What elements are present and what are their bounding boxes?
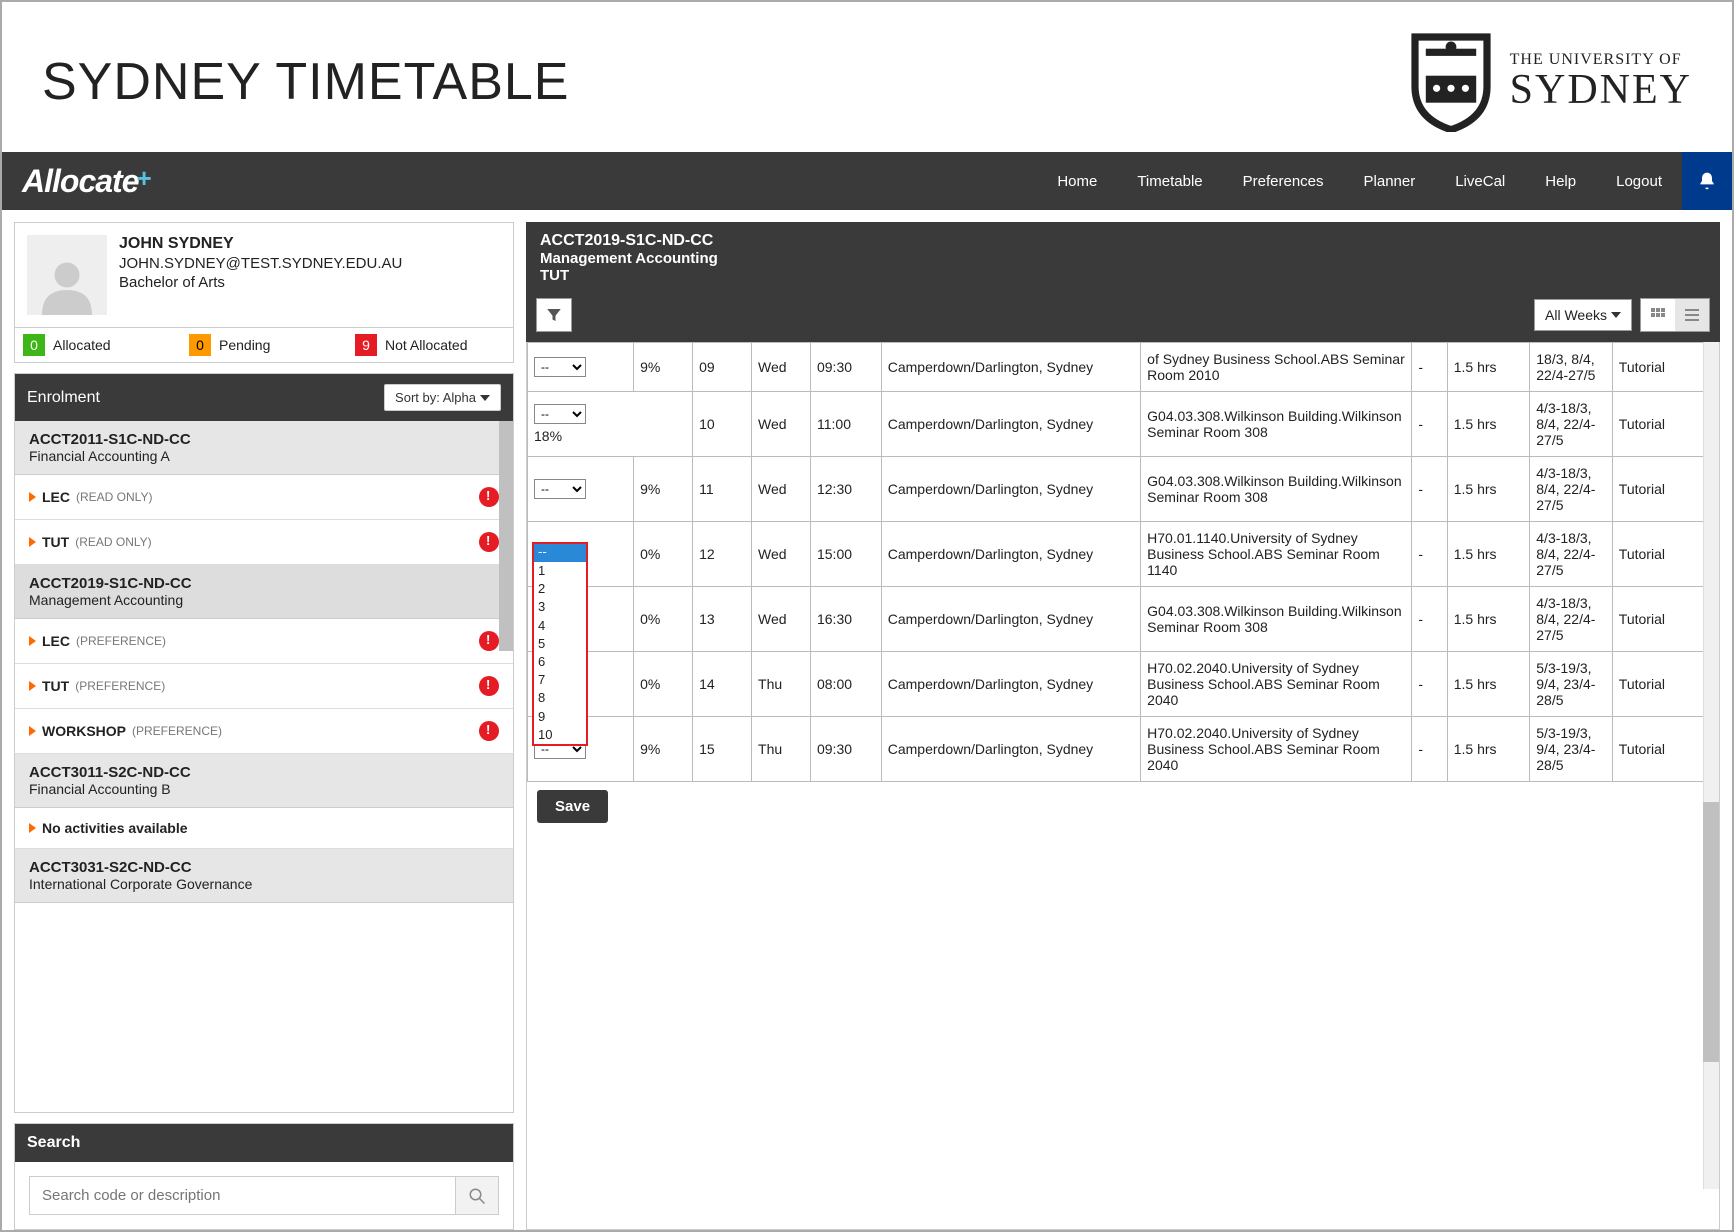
search-input[interactable]: [29, 1176, 455, 1215]
uni-name: SYDNEY: [1510, 68, 1692, 112]
nav-home[interactable]: Home: [1037, 152, 1117, 210]
activity-row[interactable]: LEC (READ ONLY): [15, 475, 513, 520]
view-toggle: [1640, 298, 1710, 332]
course-header[interactable]: ACCT3011-S2C-ND-CCFinancial Accounting B: [15, 754, 513, 808]
search-title: Search: [15, 1124, 513, 1162]
table-row: --9%11Wed12:30Camperdown/Darlington, Syd…: [528, 457, 1719, 522]
warning-icon: [479, 631, 499, 651]
crest-icon: [1406, 32, 1496, 132]
dropdown-option[interactable]: 10: [534, 726, 586, 744]
table-row: --9%09Wed09:30Camperdown/Darlington, Syd…: [528, 343, 1719, 392]
dropdown-option[interactable]: 1: [534, 562, 586, 580]
dropdown-option[interactable]: 7: [534, 671, 586, 689]
nav-preferences[interactable]: Preferences: [1223, 152, 1344, 210]
dropdown-option[interactable]: 4: [534, 617, 586, 635]
enrolment-panel: Enrolment Sort by: Alpha ACCT2011-S1C-ND…: [14, 373, 514, 1113]
dropdown-option[interactable]: 3: [534, 598, 586, 616]
nav-timetable[interactable]: Timetable: [1117, 152, 1222, 210]
search-panel: Search: [14, 1123, 514, 1230]
timeslot-table-wrap: --9%09Wed09:30Camperdown/Darlington, Syd…: [526, 342, 1720, 1230]
subject-code: ACCT2019-S1C-ND-CC: [540, 232, 1706, 250]
avatar: [27, 235, 107, 315]
activity-row[interactable]: LEC (PREFERENCE): [15, 619, 513, 664]
university-logo: THE UNIVERSITY OF SYDNEY: [1406, 32, 1692, 132]
subject-header: ACCT2019-S1C-ND-CC Management Accounting…: [526, 222, 1720, 292]
activity-row[interactable]: TUT (READ ONLY): [15, 520, 513, 565]
subject-type: TUT: [540, 267, 1706, 284]
preference-select[interactable]: --12345678910: [534, 544, 586, 564]
warning-icon: [479, 532, 499, 552]
grid-view-button[interactable]: [1641, 299, 1675, 331]
filter-icon: [545, 306, 563, 324]
subject-toolbar: All Weeks: [526, 292, 1720, 342]
table-row: --18%10Wed11:00Camperdown/Darlington, Sy…: [528, 392, 1719, 457]
expand-icon: [29, 636, 36, 646]
table-row: --123456789100%12Wed15:00Camperdown/Darl…: [528, 522, 1719, 587]
search-button[interactable]: [455, 1176, 499, 1215]
sort-button[interactable]: Sort by: Alpha: [384, 384, 501, 411]
activity-row[interactable]: No activities available: [15, 808, 513, 849]
dropdown-option[interactable]: 2: [534, 580, 586, 598]
enrolment-title: Enrolment: [27, 389, 100, 407]
table-row: 0%13Wed16:30Camperdown/Darlington, Sydne…: [528, 587, 1719, 652]
dropdown-option[interactable]: 5: [534, 635, 586, 653]
warning-icon: [479, 487, 499, 507]
list-view-button[interactable]: [1675, 299, 1709, 331]
nav-help[interactable]: Help: [1525, 152, 1596, 210]
scrollbar-thumb[interactable]: [499, 421, 513, 651]
preference-select[interactable]: --: [534, 357, 586, 377]
right-scrollbar[interactable]: [1703, 342, 1719, 1189]
dropdown-option[interactable]: 9: [534, 708, 586, 726]
nav-livecal[interactable]: LiveCal: [1435, 152, 1525, 210]
caret-down-icon: [1611, 312, 1621, 318]
preference-select[interactable]: --: [534, 404, 586, 424]
filter-button[interactable]: [536, 298, 572, 332]
user-name: JOHN SYDNEY: [119, 235, 402, 253]
grid-icon: [1650, 307, 1666, 323]
expand-icon: [29, 823, 36, 833]
course-header[interactable]: ACCT3031-S2C-ND-CCInternational Corporat…: [15, 849, 513, 903]
right-scrollbar-thumb[interactable]: [1703, 802, 1719, 1062]
caret-down-icon: [480, 395, 490, 401]
activity-row[interactable]: TUT (PREFERENCE): [15, 664, 513, 709]
activity-row[interactable]: WORKSHOP (PREFERENCE): [15, 709, 513, 754]
user-card: JOHN SYDNEY JOHN.SYDNEY@TEST.SYDNEY.EDU.…: [14, 222, 514, 363]
table-row: --9%15Thu09:30Camperdown/Darlington, Syd…: [528, 717, 1719, 782]
course-header[interactable]: ACCT2011-S1C-ND-CCFinancial Accounting A: [15, 421, 513, 475]
avatar-icon: [37, 255, 97, 315]
dropdown-option[interactable]: 8: [534, 689, 586, 707]
navbar: Allocate+ HomeTimetablePreferencesPlanne…: [2, 152, 1732, 210]
expand-icon: [29, 537, 36, 547]
nav-logout[interactable]: Logout: [1596, 152, 1682, 210]
expand-icon: [29, 726, 36, 736]
preference-select[interactable]: --: [534, 479, 586, 499]
status-allocated: 0 Allocated: [15, 328, 181, 362]
expand-icon: [29, 492, 36, 502]
course-header[interactable]: ACCT2019-S1C-ND-CCManagement Accounting: [15, 565, 513, 619]
branding-bar: SYDNEY TIMETABLE THE UNIVERSITY OF SYDNE…: [2, 2, 1732, 152]
search-icon: [468, 1187, 486, 1205]
save-button[interactable]: Save: [537, 790, 608, 823]
app-logo: Allocate+: [22, 163, 151, 200]
table-row: 0%14Thu08:00Camperdown/Darlington, Sydne…: [528, 652, 1719, 717]
list-icon: [1684, 307, 1700, 323]
notifications-button[interactable]: [1682, 152, 1732, 210]
warning-icon: [479, 721, 499, 741]
app-title: SYDNEY TIMETABLE: [42, 52, 570, 112]
weeks-dropdown[interactable]: All Weeks: [1534, 299, 1632, 331]
bell-icon: [1697, 171, 1717, 191]
expand-icon: [29, 681, 36, 691]
dropdown-option[interactable]: 6: [534, 653, 586, 671]
nav-planner[interactable]: Planner: [1344, 152, 1436, 210]
status-not-allocated: 9 Not Allocated: [347, 328, 513, 362]
timeslot-table: --9%09Wed09:30Camperdown/Darlington, Syd…: [527, 342, 1719, 782]
subject-name: Management Accounting: [540, 250, 1706, 267]
user-email: JOHN.SYDNEY@TEST.SYDNEY.EDU.AU: [119, 255, 402, 272]
user-degree: Bachelor of Arts: [119, 274, 402, 291]
warning-icon: [479, 676, 499, 696]
uni-subtitle: THE UNIVERSITY OF: [1510, 52, 1692, 69]
status-pending: 0 Pending: [181, 328, 347, 362]
